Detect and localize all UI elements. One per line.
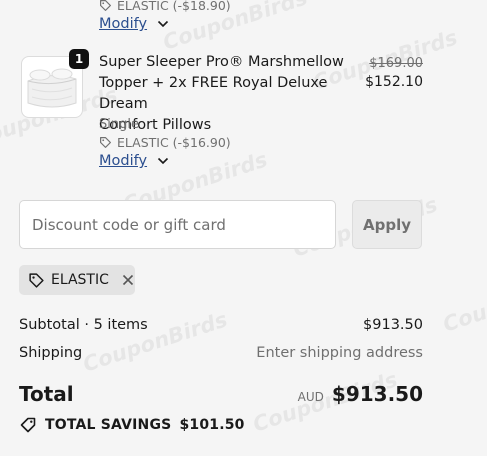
- discount-line: ELASTIC (-$18.90): [99, 0, 231, 13]
- total-row: Total AUD $913.50: [19, 382, 423, 406]
- apply-button[interactable]: Apply: [352, 200, 422, 249]
- total-amount-group: AUD $913.50: [298, 382, 423, 406]
- product-variant: Single: [99, 117, 139, 132]
- savings-label: TOTAL SAVINGS: [45, 417, 172, 433]
- subtotal-label: Subtotal · 5 items: [19, 317, 148, 333]
- original-price: $169.00: [369, 56, 423, 71]
- subtotal-value: $913.50: [363, 317, 423, 333]
- total-savings: TOTAL SAVINGS $101.50: [19, 416, 245, 434]
- tag-icon: [29, 272, 44, 288]
- tag-icon: [100, 0, 111, 11]
- discount-line: ELASTIC (-$16.90): [99, 135, 231, 150]
- discount-code-placeholder: Discount code or gift card: [32, 215, 226, 234]
- savings-value: $101.50: [179, 417, 245, 433]
- total-amount: $913.50: [331, 382, 423, 406]
- modify-button[interactable]: Modify: [99, 16, 169, 32]
- discount-label: ELASTIC (-$16.90): [117, 135, 231, 150]
- discount-label: ELASTIC (-$18.90): [117, 0, 231, 13]
- currency-code: AUD: [297, 390, 324, 404]
- quantity-badge: 1: [69, 49, 89, 69]
- product-title-line: Super Sleeper Pro® Marshmellow: [99, 54, 344, 70]
- shipping-row: Shipping Enter shipping address: [19, 345, 423, 361]
- chevron-down-icon: [157, 20, 169, 28]
- watermark: CouponBirds: [439, 267, 487, 337]
- tag-icon: [100, 137, 111, 148]
- subtotal-row: Subtotal · 5 items $913.50: [19, 317, 423, 333]
- total-label: Total: [19, 382, 74, 406]
- shipping-value: Enter shipping address: [256, 345, 423, 361]
- product-title-line: Topper + 2x FREE Royal Deluxe Dream: [99, 75, 328, 112]
- shipping-label: Shipping: [19, 345, 83, 361]
- modify-label: Modify: [99, 16, 148, 32]
- discounted-price: $152.10: [365, 74, 423, 90]
- savings-tag-icon: [20, 417, 36, 433]
- modify-button[interactable]: Modify: [99, 153, 169, 169]
- applied-discount-chip: ELASTIC: [19, 265, 135, 295]
- price-block: $169.00 $152.10: [360, 56, 423, 90]
- close-icon[interactable]: [121, 273, 135, 287]
- discount-code-input[interactable]: Discount code or gift card: [19, 200, 336, 249]
- chevron-down-icon: [157, 157, 169, 165]
- applied-code-label: ELASTIC: [51, 272, 109, 288]
- modify-label: Modify: [99, 153, 148, 169]
